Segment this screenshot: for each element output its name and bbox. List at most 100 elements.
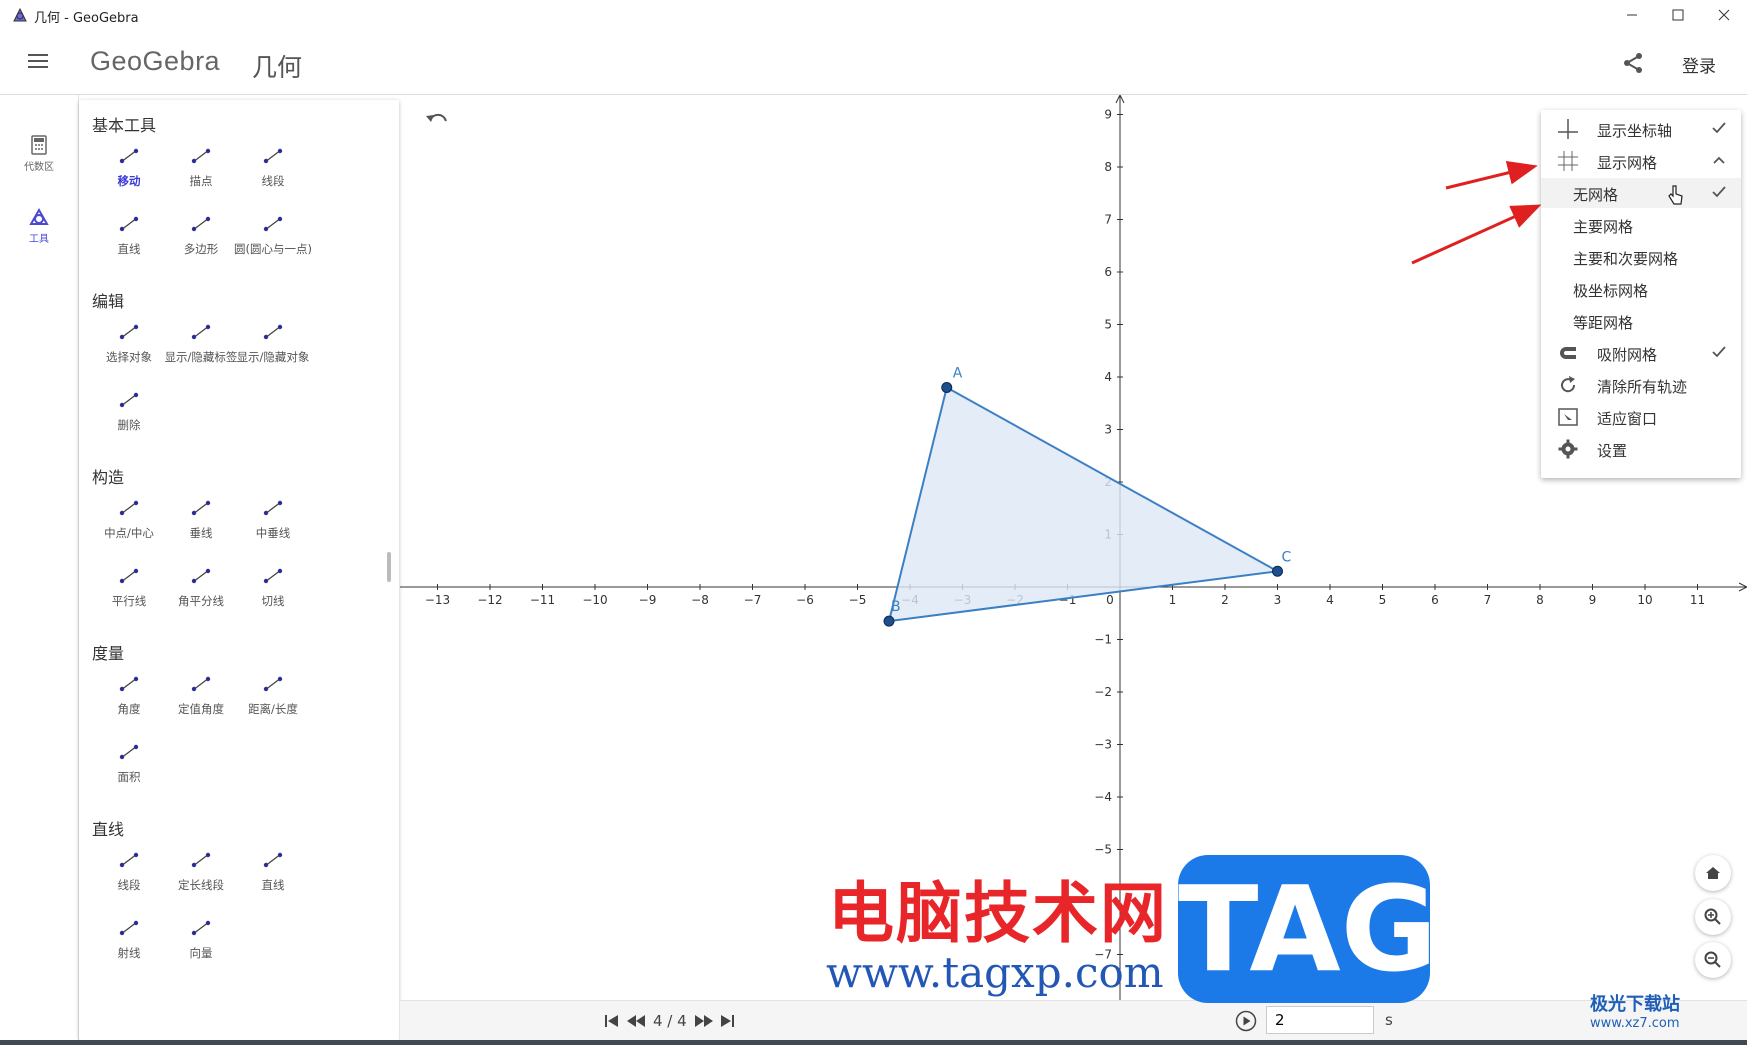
menu-item[interactable]: 极坐标网格 bbox=[1541, 274, 1741, 304]
rail-algebra[interactable]: 代数区 bbox=[0, 135, 78, 173]
tool-button[interactable]: 面积 bbox=[87, 740, 171, 785]
zoom-in-button[interactable] bbox=[1695, 899, 1731, 935]
close-button[interactable] bbox=[1701, 0, 1747, 30]
tool-tool-icon bbox=[263, 676, 283, 692]
tool-tool-icon bbox=[263, 852, 283, 868]
x-tick-label: 2 bbox=[1221, 593, 1229, 607]
first-step-icon[interactable] bbox=[605, 1015, 619, 1027]
chevron-up-icon bbox=[1713, 156, 1725, 164]
menu-item[interactable]: 适应窗口 bbox=[1541, 402, 1741, 432]
graphics-settings-menu: 显示坐标轴显示网格无网格主要网格 主要和次要网格 极坐标网格 等距网格 吸附网格 清除所有… bbox=[1541, 110, 1741, 478]
annotation-arrows bbox=[1411, 161, 1542, 265]
menu-item-label: 无网格 bbox=[1573, 186, 1619, 204]
menu-item[interactable]: 无网格 bbox=[1541, 178, 1741, 208]
zoom-in-icon bbox=[1704, 908, 1721, 925]
y-tick-label: 7 bbox=[1104, 213, 1112, 227]
tool-label: 中点/中心 bbox=[104, 526, 154, 540]
play-icon[interactable] bbox=[1235, 1010, 1257, 1032]
tool-label: 射线 bbox=[117, 946, 141, 960]
maximize-button[interactable] bbox=[1655, 0, 1701, 30]
tool-button[interactable]: 线段 bbox=[231, 144, 315, 189]
y-tick-label: −3 bbox=[1094, 738, 1112, 752]
x-tick-label: −5 bbox=[849, 593, 867, 607]
tool-tool-icon bbox=[263, 216, 283, 232]
point-label: A bbox=[953, 366, 963, 382]
tool-button[interactable]: 距离/长度 bbox=[231, 672, 315, 717]
speed-unit: s bbox=[1385, 1011, 1393, 1029]
share-icon[interactable] bbox=[1622, 52, 1644, 74]
menu-item[interactable]: 显示坐标轴 bbox=[1541, 114, 1741, 144]
y-tick-label: 5 bbox=[1104, 318, 1112, 332]
tool-button[interactable]: 向量 bbox=[159, 916, 243, 961]
tool-label: 面积 bbox=[117, 770, 141, 784]
tool-category-title: 构造 bbox=[92, 468, 125, 487]
close-icon bbox=[1718, 9, 1730, 21]
point[interactable] bbox=[1272, 565, 1283, 577]
tool-category-title: 基本工具 bbox=[92, 116, 157, 135]
tool-tool-icon bbox=[191, 852, 211, 868]
tool-button[interactable]: 中垂线 bbox=[231, 496, 315, 541]
next-step-icon[interactable] bbox=[694, 1015, 713, 1027]
tool-tool-icon bbox=[119, 744, 139, 760]
tool-label: 向量 bbox=[189, 946, 213, 960]
point[interactable] bbox=[941, 382, 953, 393]
minimize-button[interactable] bbox=[1609, 0, 1655, 30]
tool-label: 垂线 bbox=[189, 526, 213, 540]
point[interactable] bbox=[883, 615, 895, 627]
step-counter: 4 / 4 bbox=[653, 1012, 687, 1030]
rail-tools-label: 工具 bbox=[29, 234, 49, 245]
tool-label: 多边形 bbox=[183, 242, 219, 256]
menu-icon[interactable] bbox=[28, 52, 50, 70]
x-tick-label: 4 bbox=[1326, 593, 1334, 607]
watermark-corner-cn: 极光下载站 bbox=[1590, 994, 1680, 1015]
tool-label: 平行线 bbox=[111, 594, 147, 608]
calculator-icon bbox=[31, 135, 47, 155]
menu-item[interactable]: 清除所有轨迹 bbox=[1541, 370, 1741, 400]
home-button[interactable] bbox=[1695, 855, 1731, 891]
tool-label: 直线 bbox=[261, 878, 285, 892]
app-title: 几何 bbox=[252, 53, 303, 82]
tool-tool-icon bbox=[119, 920, 139, 936]
tool-label: 定值角度 bbox=[178, 702, 224, 716]
window-title: 几何 - GeoGebra bbox=[34, 11, 139, 26]
menu-item-label: 显示坐标轴 bbox=[1597, 122, 1673, 140]
login-button[interactable]: 登录 bbox=[1682, 52, 1716, 77]
last-step-icon[interactable] bbox=[720, 1015, 735, 1027]
tool-category-title: 直线 bbox=[92, 820, 125, 839]
y-tick-label: 3 bbox=[1104, 423, 1112, 437]
animation-bar: 4 / 4 s bbox=[400, 1000, 1747, 1041]
tool-button[interactable]: 圆(圆心与一点) bbox=[231, 212, 315, 257]
magnet-icon bbox=[1560, 347, 1576, 359]
x-tick-label: 3 bbox=[1274, 593, 1282, 607]
previous-step-icon[interactable] bbox=[627, 1015, 645, 1027]
menu-item[interactable]: 主要网格 bbox=[1541, 210, 1741, 240]
x-tick-label: 6 bbox=[1431, 593, 1439, 607]
animation-controls: 4 / 4 bbox=[605, 1012, 735, 1030]
hand-cursor-icon bbox=[1668, 185, 1683, 205]
speed-input[interactable] bbox=[1266, 1006, 1374, 1034]
menu-item[interactable]: 主要和次要网格 bbox=[1541, 242, 1741, 272]
menu-item[interactable]: 吸附网格 bbox=[1541, 338, 1741, 368]
tool-label: 显示/隐藏对象 bbox=[236, 350, 310, 364]
tool-button[interactable]: 显示/隐藏对象 bbox=[231, 320, 315, 365]
tool-button[interactable]: 切线 bbox=[231, 564, 315, 609]
zoom-out-button[interactable] bbox=[1695, 942, 1731, 978]
tool-tool-icon bbox=[119, 392, 139, 408]
tool-tool-icon bbox=[191, 148, 211, 164]
rail-tools[interactable]: 工具 bbox=[0, 207, 78, 245]
menu-item[interactable]: 设置 bbox=[1541, 434, 1741, 464]
tools-scrollbar[interactable] bbox=[387, 552, 391, 582]
menu-item-label: 适应窗口 bbox=[1597, 410, 1658, 428]
point-label: C bbox=[1282, 549, 1292, 565]
x-tick-label: 11 bbox=[1690, 593, 1705, 607]
tool-button[interactable]: 删除 bbox=[87, 388, 171, 433]
menu-item[interactable]: 显示网格 bbox=[1541, 146, 1741, 176]
check-icon bbox=[1712, 122, 1726, 134]
undo-icon[interactable] bbox=[424, 110, 450, 128]
menu-item[interactable]: 等距网格 bbox=[1541, 306, 1741, 336]
tool-button[interactable]: 直线 bbox=[231, 848, 315, 893]
watermark-corner: 极光下载站 www.xz7.com bbox=[1590, 990, 1680, 1031]
x-tick-label: 5 bbox=[1379, 593, 1387, 607]
y-tick-label: −4 bbox=[1094, 790, 1112, 804]
tool-category-title: 编辑 bbox=[92, 292, 125, 311]
